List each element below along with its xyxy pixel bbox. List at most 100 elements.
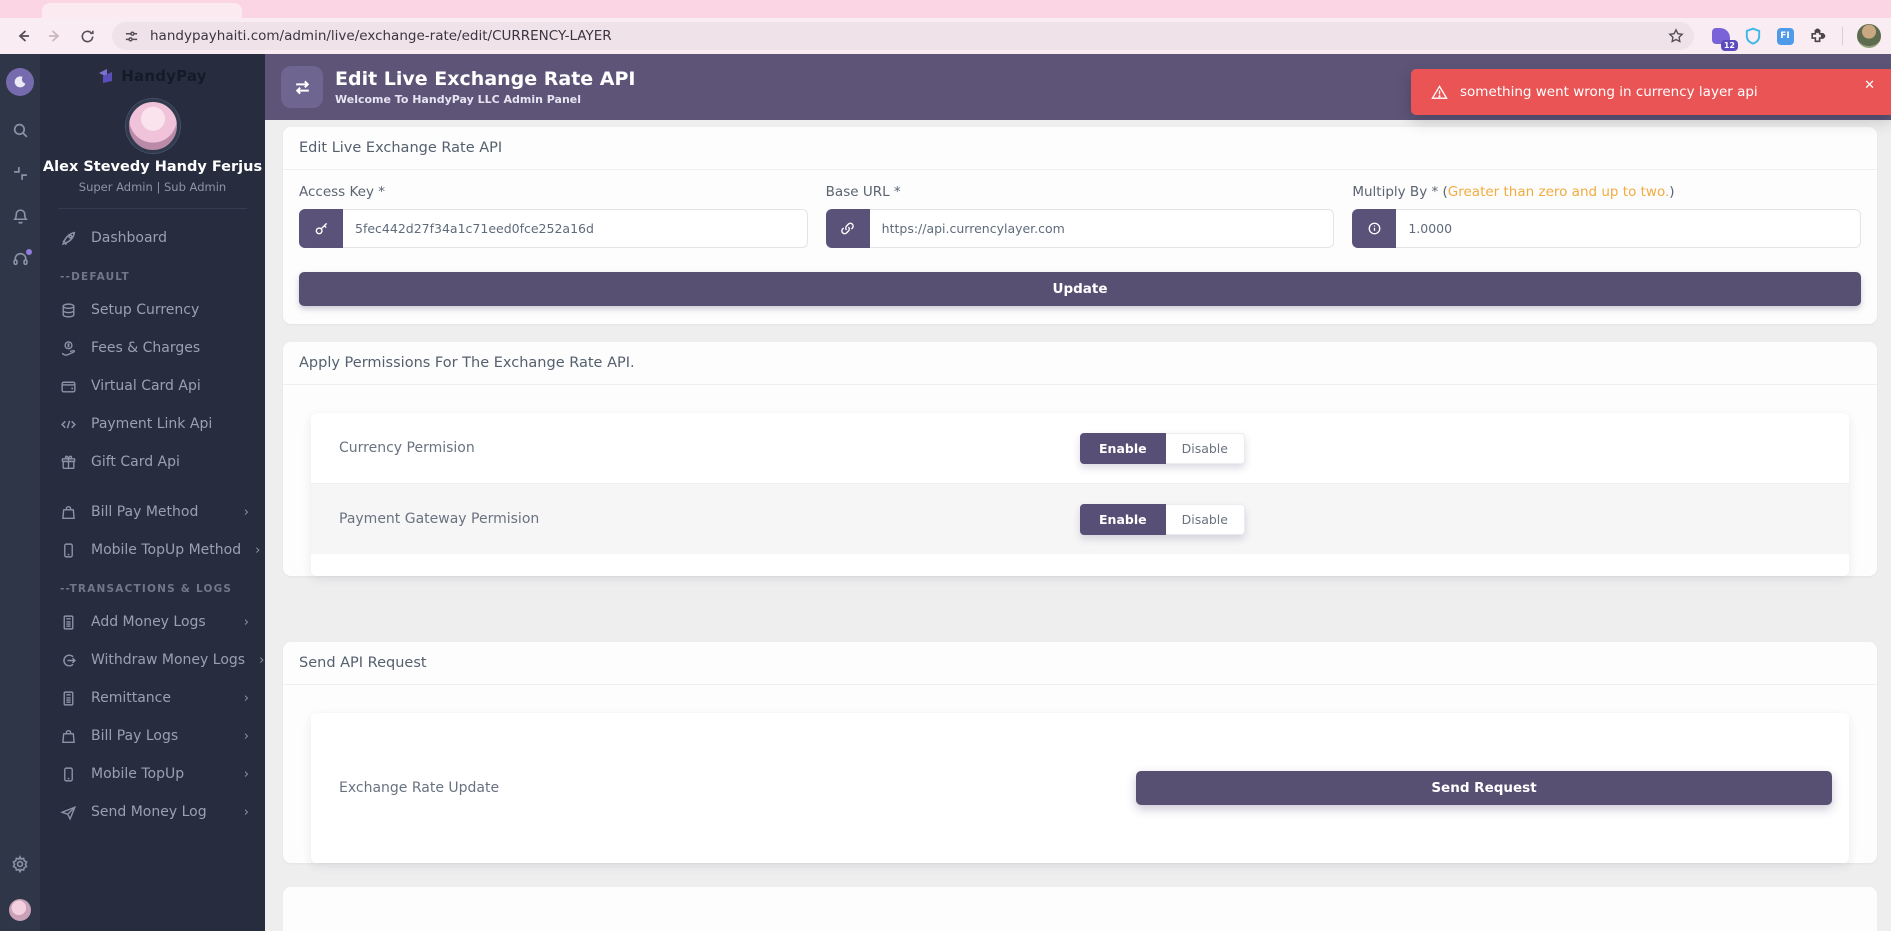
sidebar-item-label: Fees & Charges <box>91 340 249 356</box>
omnibox[interactable] <box>112 22 1694 50</box>
enable-button[interactable]: Enable <box>1080 504 1166 535</box>
support-headset-icon[interactable] <box>12 251 29 268</box>
page-subtitle: Welcome To HandyPay LLC Admin Panel <box>335 93 636 106</box>
disable-button[interactable]: Disable <box>1166 433 1245 464</box>
access-key-field[interactable] <box>343 209 808 248</box>
chevron-right-icon: › <box>244 729 249 744</box>
error-toast: something went wrong in currency layer a… <box>1411 69 1891 115</box>
sidebar-item-mobile-topup[interactable]: Mobile TopUp › <box>40 755 265 793</box>
enable-button[interactable]: Enable <box>1080 433 1166 464</box>
extension-adblock-icon[interactable]: 12 <box>1710 25 1732 47</box>
warning-triangle-icon <box>1431 84 1448 101</box>
sidebar-item-dashboard[interactable]: Dashboard <box>40 219 265 257</box>
payment-gateway-permission-toggle: Enable Disable <box>1080 504 1245 535</box>
coins-icon <box>60 302 77 319</box>
wallet-icon <box>60 378 77 395</box>
settings-gear-icon[interactable] <box>11 855 29 873</box>
card-title: Edit Live Exchange Rate API <box>283 127 1877 169</box>
multiply-by-label: Multiply By * (Greater than zero and up … <box>1352 184 1861 200</box>
permission-row-currency: Currency Permision Enable Disable <box>311 413 1849 483</box>
card-title: Apply Permissions For The Exchange Rate … <box>283 342 1877 384</box>
update-button[interactable]: Update <box>299 272 1861 306</box>
browser-profile-avatar[interactable] <box>1857 24 1881 48</box>
send-request-button[interactable]: Send Request <box>1136 771 1832 805</box>
shopping-bag-icon <box>60 728 77 745</box>
base-url-field[interactable] <box>870 209 1335 248</box>
extensions-area: 12 FI <box>1706 24 1881 48</box>
send-api-request-card: Send API Request Exchange Rate Update Se… <box>283 642 1877 863</box>
browser-toolbar: 12 FI <box>0 18 1891 54</box>
extensions-puzzle-icon[interactable] <box>1806 25 1828 47</box>
sidebar-item-label: Bill Pay Method <box>91 504 230 520</box>
logo-text: HandyPay <box>121 67 207 85</box>
sidebar-item-fees-charges[interactable]: Fees & Charges <box>40 329 265 367</box>
logo[interactable]: HandyPay <box>40 54 265 91</box>
info-icon <box>1352 209 1396 248</box>
notifications-bell-icon[interactable] <box>12 208 29 225</box>
permissions-card: Apply Permissions For The Exchange Rate … <box>283 342 1877 576</box>
collapse-sidebar-icon[interactable] <box>12 165 29 182</box>
permission-row-payment-gateway: Payment Gateway Permision Enable Disable <box>311 484 1849 554</box>
browser-chrome: 12 FI <box>0 0 1891 54</box>
sidebar-section-transactions: --TRANSACTIONS & LOGS <box>40 569 265 603</box>
toast-close-icon[interactable]: ✕ <box>1864 78 1875 93</box>
sidebar-item-label: Bill Pay Logs <box>91 728 230 744</box>
phone-icon <box>60 542 77 559</box>
sidebar-item-payment-link-api[interactable]: Payment Link Api <box>40 405 265 443</box>
sidebar-item-label: Add Money Logs <box>91 614 230 630</box>
bookmark-star-icon[interactable] <box>1668 28 1684 44</box>
sidebar-item-send-money-log[interactable]: Send Money Log › <box>40 793 265 831</box>
sidebar-item-label: Setup Currency <box>91 302 249 318</box>
search-icon[interactable] <box>12 122 29 139</box>
back-button[interactable] <box>10 23 36 49</box>
user-role: Super Admin | Sub Admin <box>40 180 265 194</box>
sidebar-item-setup-currency[interactable]: Setup Currency <box>40 291 265 329</box>
sidebar-item-label: Dashboard <box>91 230 249 246</box>
card-title: Send API Request <box>283 642 1877 684</box>
sidebar-item-bill-pay-method[interactable]: Bill Pay Method › <box>40 493 265 531</box>
exchange-rate-update-label: Exchange Rate Update <box>339 780 1136 796</box>
sidebar-item-withdraw-money-logs[interactable]: Withdraw Money Logs › <box>40 641 265 679</box>
hand-dollar-icon <box>60 340 77 357</box>
main-content: Edit Live Exchange Rate API Welcome To H… <box>265 54 1891 931</box>
url-input[interactable] <box>150 28 1660 44</box>
moon-icon <box>13 75 27 89</box>
reload-button[interactable] <box>74 23 100 49</box>
sidebar-item-gift-card-api[interactable]: Gift Card Api <box>40 443 265 481</box>
rail-profile-avatar[interactable] <box>9 899 31 921</box>
divider <box>283 384 1877 385</box>
forward-arrow-icon <box>47 28 63 44</box>
sidebar-item-add-money-logs[interactable]: Add Money Logs › <box>40 603 265 641</box>
browser-tab[interactable] <box>42 3 242 18</box>
sidebar-item-remittance[interactable]: Remittance › <box>40 679 265 717</box>
sidebar-item-label: Remittance <box>91 690 230 706</box>
access-key-group: Access Key * <box>299 184 808 248</box>
divider <box>283 684 1877 685</box>
send-request-inner-card: Exchange Rate Update Send Request <box>311 713 1849 863</box>
sidebar-item-label: Payment Link Api <box>91 416 249 432</box>
forward-button[interactable] <box>42 23 68 49</box>
dark-mode-toggle[interactable] <box>6 68 34 96</box>
extension-shield-icon[interactable] <box>1742 25 1764 47</box>
sidebar-item-bill-pay-logs[interactable]: Bill Pay Logs › <box>40 717 265 755</box>
base-url-label: Base URL * <box>826 184 1335 200</box>
chevron-right-icon: › <box>244 767 249 782</box>
sidebar-item-mobile-topup-method[interactable]: Mobile TopUp Method › <box>40 531 265 569</box>
gift-icon <box>60 454 77 471</box>
sidebar-nav: Dashboard --DEFAULT Setup Currency Fees … <box>40 215 265 831</box>
extension-badge: 12 <box>1721 40 1738 51</box>
chevron-right-icon: › <box>259 653 264 668</box>
extension-fi-icon[interactable]: FI <box>1774 25 1796 47</box>
back-arrow-icon <box>15 28 31 44</box>
content-area: Edit Live Exchange Rate API Access Key * <box>265 127 1891 931</box>
site-settings-icon[interactable] <box>120 25 142 47</box>
notification-dot <box>26 249 32 255</box>
send-request-row: Exchange Rate Update Send Request <box>311 713 1849 863</box>
shopping-bag-icon <box>60 504 77 521</box>
user-avatar[interactable] <box>126 99 180 153</box>
sidebar-item-virtual-card-api[interactable]: Virtual Card Api <box>40 367 265 405</box>
reload-icon <box>80 29 95 44</box>
icon-rail <box>0 54 40 931</box>
multiply-by-field[interactable] <box>1396 209 1861 248</box>
disable-button[interactable]: Disable <box>1166 504 1245 535</box>
